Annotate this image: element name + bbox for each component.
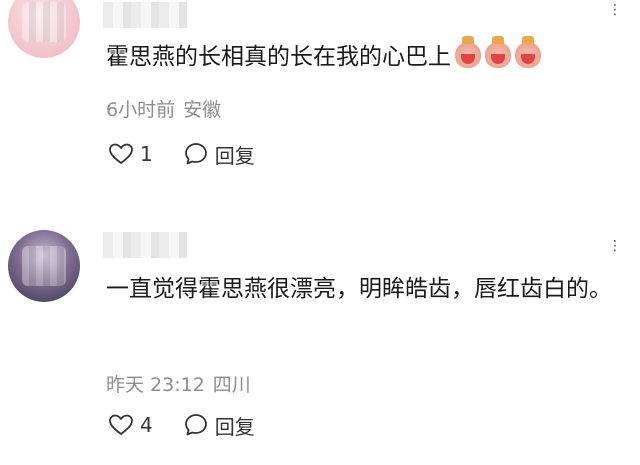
username-redacted [103, 232, 187, 258]
speech-bubble-icon [184, 143, 207, 165]
comment-text: 一直觉得霍思燕很漂亮，明眸皓齿，唇红齿白的。 [106, 276, 612, 302]
avatar-blur [22, 246, 66, 286]
smiling-face-emoji-icon [485, 36, 511, 68]
avatar-blur [22, 2, 66, 42]
comment-item: ⋮ 霍思燕的长相真的长在我的心巴上 6小时前 安徽 1 回复 [0, 0, 640, 200]
comment-meta: 昨天 23:12 四川 [106, 370, 251, 397]
speech-bubble-icon [184, 414, 207, 436]
like-count: 1 [140, 142, 153, 166]
comment-actions: 4 回复 [108, 410, 255, 440]
more-options-button[interactable]: ⋮ [608, 2, 624, 18]
comment-body: 霍思燕的长相真的长在我的心巴上 [106, 44, 451, 70]
like-count: 4 [140, 413, 153, 437]
avatar[interactable] [8, 0, 80, 58]
username-redacted [103, 2, 187, 28]
comment-actions: 1 回复 [108, 139, 255, 169]
comment-time: 昨天 23:12 [106, 374, 205, 396]
reply-button[interactable]: 回复 [183, 411, 255, 440]
reply-button[interactable]: 回复 [183, 140, 255, 169]
reply-label: 回复 [214, 414, 255, 439]
comment-location: 四川 [212, 374, 251, 396]
smiling-face-emoji-icon [515, 36, 541, 68]
comment-time: 6小时前 [106, 99, 176, 121]
like-button[interactable]: 1 [108, 142, 153, 166]
reply-label: 回复 [214, 143, 255, 168]
smiling-face-emoji-icon [455, 36, 481, 68]
comment-meta: 6小时前 安徽 [106, 95, 221, 122]
avatar[interactable] [8, 230, 80, 302]
heart-icon [109, 414, 133, 435]
comment-item: ⋮ 一直觉得霍思燕很漂亮，明眸皓齿，唇红齿白的。 昨天 23:12 四川 4 回复 [0, 200, 640, 465]
like-button[interactable]: 4 [108, 413, 153, 437]
heart-icon [109, 143, 133, 164]
more-options-button[interactable]: ⋮ [608, 238, 624, 254]
comment-text: 霍思燕的长相真的长在我的心巴上 [106, 36, 620, 76]
comment-location: 安徽 [183, 99, 222, 121]
